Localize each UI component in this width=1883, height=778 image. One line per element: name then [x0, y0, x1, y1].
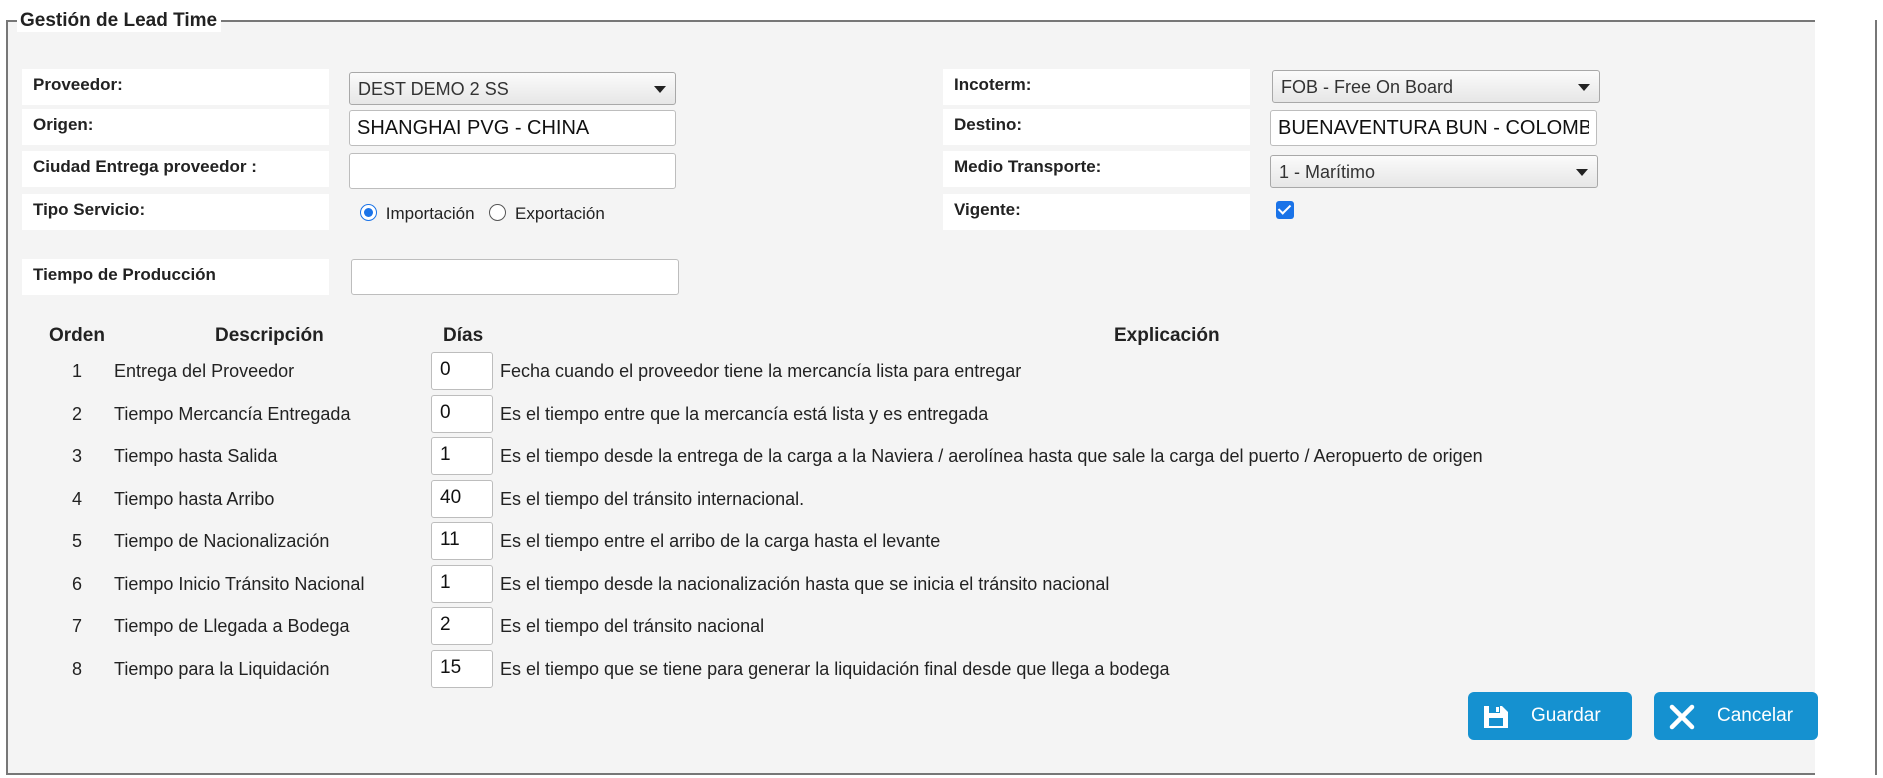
save-icon — [1484, 706, 1508, 728]
chevron-down-icon — [654, 86, 666, 93]
guardar-label: Guardar — [1531, 705, 1601, 726]
row-explicacion: Es el tiempo desde la entrega de la carg… — [500, 446, 1483, 466]
table-row: 6 Tiempo Inicio Tránsito Nacional 1 Es e… — [0, 565, 1800, 603]
incoterm-label: Incoterm: — [943, 69, 1250, 105]
row-orden: 4 — [72, 489, 83, 509]
row-descripcion: Tiempo de Nacionalización — [114, 531, 330, 551]
incoterm-value: FOB - Free On Board — [1281, 77, 1454, 97]
table-row: 1 Entrega del Proveedor 0 Fecha cuando e… — [0, 352, 1800, 390]
row-orden: 3 — [72, 446, 83, 466]
proveedor-select[interactable]: DEST DEMO 2 SS — [349, 72, 676, 105]
row-descripcion: Tiempo hasta Salida — [114, 446, 278, 466]
row-dias-input[interactable]: 15 — [431, 650, 493, 688]
medio-transporte-select[interactable]: 1 - Marítimo — [1270, 155, 1598, 188]
row-descripcion: Tiempo Mercancía Entregada — [114, 404, 351, 424]
importacion-radio[interactable] — [360, 204, 377, 221]
ciudad-entrega-label: Ciudad Entrega proveedor : — [22, 151, 329, 187]
row-orden: 1 — [72, 361, 83, 381]
row-dias-input[interactable]: 1 — [431, 565, 493, 603]
header-explicacion: Explicación — [1114, 325, 1220, 346]
row-orden: 8 — [72, 659, 83, 679]
table-row: 7 Tiempo de Llegada a Bodega 2 Es el tie… — [0, 607, 1800, 645]
row-dias-input[interactable]: 0 — [431, 395, 493, 433]
row-descripcion: Tiempo Inicio Tránsito Nacional — [114, 574, 365, 594]
row-explicacion: Es el tiempo del tránsito nacional — [500, 616, 765, 636]
row-dias-input[interactable]: 0 — [431, 352, 493, 390]
row-explicacion: Es el tiempo del tránsito internacional. — [500, 489, 805, 509]
importacion-label: Importación — [385, 204, 475, 223]
vigente-label: Vigente: — [943, 194, 1250, 230]
medio-transporte-value: 1 - Marítimo — [1279, 162, 1376, 182]
ciudad-entrega-input[interactable] — [349, 153, 676, 189]
cancelar-label: Cancelar — [1717, 705, 1794, 726]
row-dias-input[interactable]: 1 — [431, 437, 493, 475]
row-explicacion: Es el tiempo que se tiene para generar l… — [500, 659, 1170, 679]
row-descripcion: Tiempo para la Liquidación — [114, 659, 330, 679]
origen-input[interactable] — [349, 110, 676, 146]
proveedor-label: Proveedor: — [22, 69, 329, 105]
panel-right-margin — [1815, 20, 1877, 775]
header-descripcion: Descripción — [215, 325, 324, 346]
header-dias: Días — [443, 325, 484, 346]
row-descripcion: Tiempo hasta Arribo — [114, 489, 275, 509]
tiempo-produccion-label: Tiempo de Producción — [22, 259, 329, 295]
table-row: 3 Tiempo hasta Salida 1 Es el tiempo des… — [0, 437, 1800, 475]
table-row: 5 Tiempo de Nacionalización 11 Es el tie… — [0, 522, 1800, 560]
chevron-down-icon — [1576, 169, 1588, 176]
exportacion-radio[interactable] — [489, 204, 507, 221]
row-descripcion: Entrega del Proveedor — [114, 361, 295, 381]
row-orden: 7 — [72, 616, 83, 636]
table-row: 4 Tiempo hasta Arribo 40 Es el tiempo de… — [0, 480, 1800, 518]
row-dias-input[interactable]: 11 — [431, 522, 493, 560]
table-row: 8 Tiempo para la Liquidación 15 Es el ti… — [0, 650, 1800, 688]
tiempo-produccion-input[interactable] — [351, 259, 679, 295]
row-explicacion: Es el tiempo entre que la mercancía está… — [500, 404, 989, 424]
cancelar-button[interactable]: Cancelar — [1654, 692, 1818, 740]
destino-label: Destino: — [943, 109, 1250, 145]
row-explicacion: Fecha cuando el proveedor tiene la merca… — [500, 361, 1022, 381]
row-orden: 6 — [72, 574, 83, 594]
proveedor-value: DEST DEMO 2 SS — [358, 79, 509, 99]
close-icon — [1669, 704, 1695, 730]
tipo-servicio-radio-group: Importación Exportación — [360, 204, 605, 234]
exportacion-label: Exportación — [515, 204, 605, 223]
chevron-down-icon — [1578, 84, 1590, 91]
vigente-checkbox[interactable] — [1276, 201, 1294, 219]
incoterm-select[interactable]: FOB - Free On Board — [1272, 70, 1600, 103]
row-dias-input[interactable]: 2 — [431, 607, 493, 645]
row-descripcion: Tiempo de Llegada a Bodega — [114, 616, 350, 636]
header-orden: Orden — [49, 325, 105, 346]
row-orden: 2 — [72, 404, 83, 424]
medio-transporte-label: Medio Transporte: — [943, 151, 1250, 187]
panel-title: Gestión de Lead Time — [17, 10, 222, 32]
row-explicacion: Es el tiempo desde la nacionalización ha… — [500, 574, 1110, 594]
table-row: 2 Tiempo Mercancía Entregada 0 Es el tie… — [0, 395, 1800, 433]
destino-input[interactable] — [1270, 110, 1597, 146]
row-dias-input[interactable]: 40 — [431, 480, 493, 518]
tipo-servicio-label: Tipo Servicio: — [22, 194, 329, 230]
row-explicacion: Es el tiempo entre el arribo de la carga… — [500, 531, 941, 551]
guardar-button[interactable]: Guardar — [1468, 692, 1632, 740]
origen-label: Origen: — [22, 109, 329, 145]
row-orden: 5 — [72, 531, 83, 551]
